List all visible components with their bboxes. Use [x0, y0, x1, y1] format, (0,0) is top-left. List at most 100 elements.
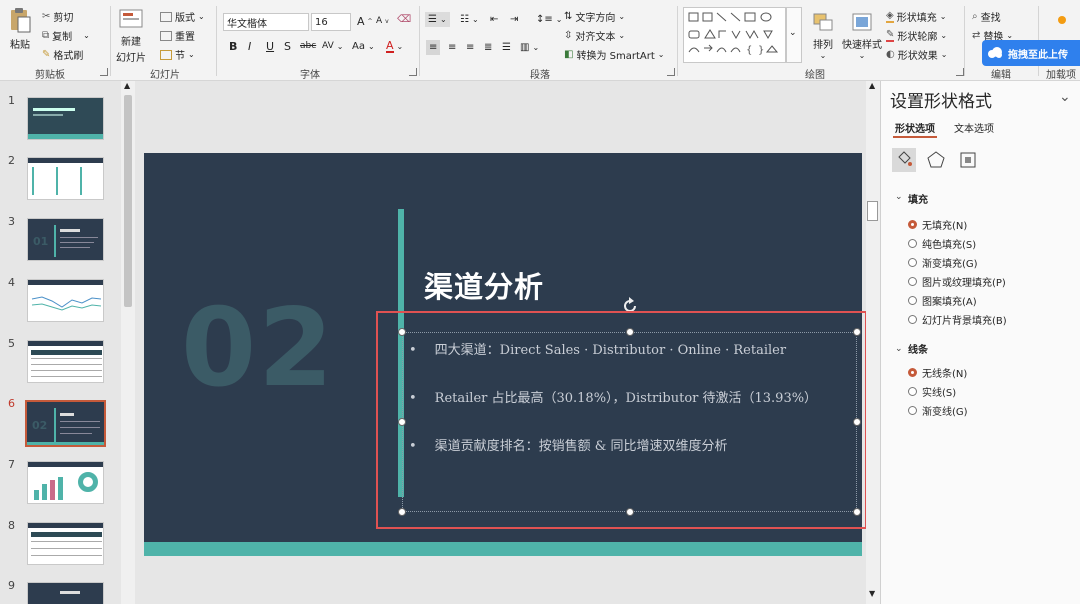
new-slide-icon [119, 9, 143, 28]
paragraph-launcher[interactable] [667, 68, 675, 76]
divider [677, 6, 678, 76]
thumbnail-scrollbar[interactable]: ▲ [121, 81, 135, 604]
align-text-button[interactable]: ⇳ 对齐文本 ⌄ [564, 28, 625, 43]
size-properties-tab[interactable] [956, 148, 980, 172]
slide-thumbnail-7[interactable] [27, 461, 104, 504]
slide-scrollbar-thumb[interactable] [867, 201, 878, 221]
slide-thumbnail-6[interactable]: 02 [25, 400, 106, 447]
find-button[interactable]: ⌕ 查找 [972, 9, 1001, 24]
thumbnail-scrollbar-thumb[interactable] [124, 95, 132, 307]
radio-no-line[interactable] [908, 368, 917, 377]
slide-thumbnail-3[interactable]: 01 [27, 218, 104, 261]
chevron-down-icon[interactable]: ⌄ [895, 192, 903, 202]
fill-line-tab[interactable] [892, 148, 916, 172]
chevron-down-icon: ⌄ [336, 41, 344, 51]
convert-smartart-button[interactable]: ◧ 转换为 SmartArt ⌄ [564, 47, 664, 62]
justify-button[interactable]: ≣ [484, 42, 492, 53]
increase-indent-button[interactable]: ⇥ [510, 14, 518, 25]
font-launcher[interactable] [409, 68, 417, 76]
slide-thumbnail-5[interactable] [27, 340, 104, 383]
radio-label: 幻灯片背景填充(B) [922, 316, 1007, 327]
text-direction-button[interactable]: ⇅ 文字方向 ⌄ [564, 9, 625, 24]
bullets-button[interactable]: ☰ ⌄ [425, 12, 450, 27]
shape-fill-button[interactable]: ◈ 形状填充 ⌄ [886, 9, 946, 24]
font-name-select[interactable]: 华文楷体 [223, 13, 309, 31]
clipboard-launcher[interactable] [100, 68, 108, 76]
slide-thumbnail-8[interactable] [27, 522, 104, 565]
radio-solid-fill[interactable] [908, 239, 917, 248]
slide-scrollbar[interactable]: ▲ ▼ [866, 81, 880, 604]
accent-bottom-bar [144, 542, 862, 556]
clear-format-button[interactable]: ⌫ [397, 14, 411, 25]
shape-effects-button[interactable]: ◐ 形状效果 ⌄ [886, 47, 947, 62]
radio-solid-line[interactable] [908, 387, 917, 396]
char-spacing-button[interactable]: AV ⌄ [322, 41, 343, 51]
chevron-down-icon: ⌄ [618, 31, 626, 40]
shrink-font-button[interactable]: Av [376, 16, 389, 26]
shapes-gallery-more[interactable]: ⌄ [786, 7, 802, 63]
tab-shape-options[interactable]: 形状选项 [895, 120, 935, 135]
quick-styles-button[interactable]: 快速样式 ⌄ [842, 12, 882, 60]
shapes-gallery[interactable]: {} [683, 7, 786, 63]
grow-font-button[interactable]: A ^ [357, 15, 373, 28]
copy-icon: ⧉ [42, 30, 50, 41]
thumbnail-table-header [31, 350, 102, 355]
distribute-button[interactable]: ☰ [502, 42, 511, 53]
slide-thumbnail-4[interactable] [27, 279, 104, 322]
effects-tab[interactable] [924, 148, 948, 172]
bold-button[interactable]: B [229, 40, 237, 53]
shape-outline-button[interactable]: ✎ 形状轮廓 ⌄ [886, 28, 947, 43]
slide-thumbnail-9[interactable] [27, 582, 104, 604]
section-button[interactable]: 节 ⌄ [160, 47, 195, 62]
reset-label: 重置 [175, 32, 195, 43]
smartart-icon: ◧ [564, 49, 574, 60]
replace-icon: ⇄ [972, 30, 981, 41]
layout-button[interactable]: 版式 ⌄ [160, 9, 205, 24]
font-color-button[interactable]: A ⌄ [386, 40, 403, 53]
radio-gradient-fill[interactable] [908, 258, 917, 267]
radio-gradient-line[interactable] [908, 406, 917, 415]
columns-button[interactable]: ▥ ⌄ [520, 42, 539, 53]
cut-button[interactable]: ✂ 剪切 [42, 9, 73, 24]
format-painter-button[interactable]: ✎ 格式刷 [42, 47, 83, 62]
reset-button[interactable]: 重置 [160, 28, 195, 43]
radio-slide-background-fill[interactable] [908, 315, 917, 324]
paint-bucket-icon [898, 151, 912, 166]
tab-text-options[interactable]: 文本选项 [954, 120, 994, 135]
arrange-button[interactable]: 排列 ⌄ [812, 12, 834, 60]
align-center-button[interactable]: ≡ [448, 42, 456, 53]
slide-thumbnail-2[interactable] [27, 157, 104, 200]
addins-group-label: 加载项 [1046, 70, 1076, 81]
line-spacing-button[interactable]: ↕≡ ⌄ [536, 14, 562, 25]
strikethrough-button[interactable]: abc [300, 41, 316, 51]
radio-picture-fill[interactable] [908, 277, 917, 286]
paste-button[interactable]: 粘贴 [8, 6, 32, 51]
cloud-icon [988, 47, 1002, 58]
paste-icon [11, 8, 31, 33]
justify-icon: ≣ [484, 42, 493, 53]
chevron-down-icon[interactable]: ⌄ [895, 344, 903, 354]
radio-pattern-fill[interactable] [908, 296, 917, 305]
thumbnail-text-line [60, 433, 92, 434]
slide-title[interactable]: 渠道分析 [424, 264, 544, 306]
align-right-button[interactable]: ≡ [466, 42, 474, 53]
align-left-button[interactable]: ≡ [426, 40, 441, 55]
shadow-button[interactable]: S [284, 40, 291, 53]
font-size-select[interactable]: 16 [311, 13, 351, 31]
line-section-header[interactable]: 线条 [908, 341, 928, 356]
underline-button[interactable]: U [266, 40, 274, 53]
fill-section-header[interactable]: 填充 [908, 191, 928, 206]
radio-no-fill[interactable] [908, 220, 917, 229]
slide-thumbnail-1[interactable] [27, 97, 104, 140]
drawing-launcher[interactable] [956, 68, 964, 76]
line-spacing-icon: ↕≡ [536, 14, 553, 25]
change-case-button[interactable]: Aa ⌄ [352, 41, 375, 52]
addin-icon[interactable] [1058, 16, 1066, 24]
decrease-indent-button[interactable]: ⇤ [490, 14, 498, 25]
chevron-down-icon[interactable]: ⌄ [1059, 89, 1071, 105]
new-slide-button[interactable]: 新建 幻灯片 [116, 8, 146, 64]
italic-button[interactable]: I [248, 40, 251, 53]
upload-overlay[interactable]: 拖拽至此上传 [982, 40, 1080, 66]
numbering-button[interactable]: ☷ ⌄ [460, 14, 479, 25]
copy-button[interactable]: ⧉ 复制 ⌄ [42, 28, 90, 43]
